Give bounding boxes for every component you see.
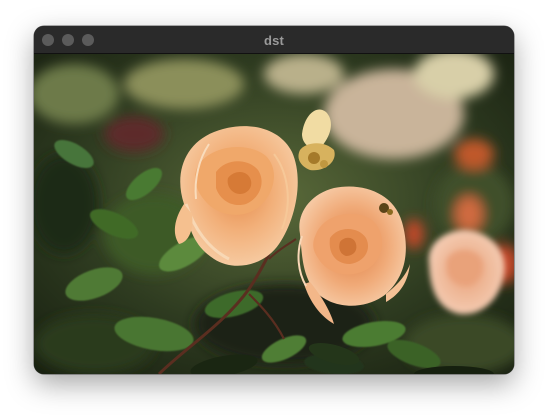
title-bar[interactable]: dst [34,26,514,54]
rose-photo [34,54,514,374]
image-view [34,54,514,374]
image-window: dst [34,26,514,374]
window-title: dst [263,33,285,48]
